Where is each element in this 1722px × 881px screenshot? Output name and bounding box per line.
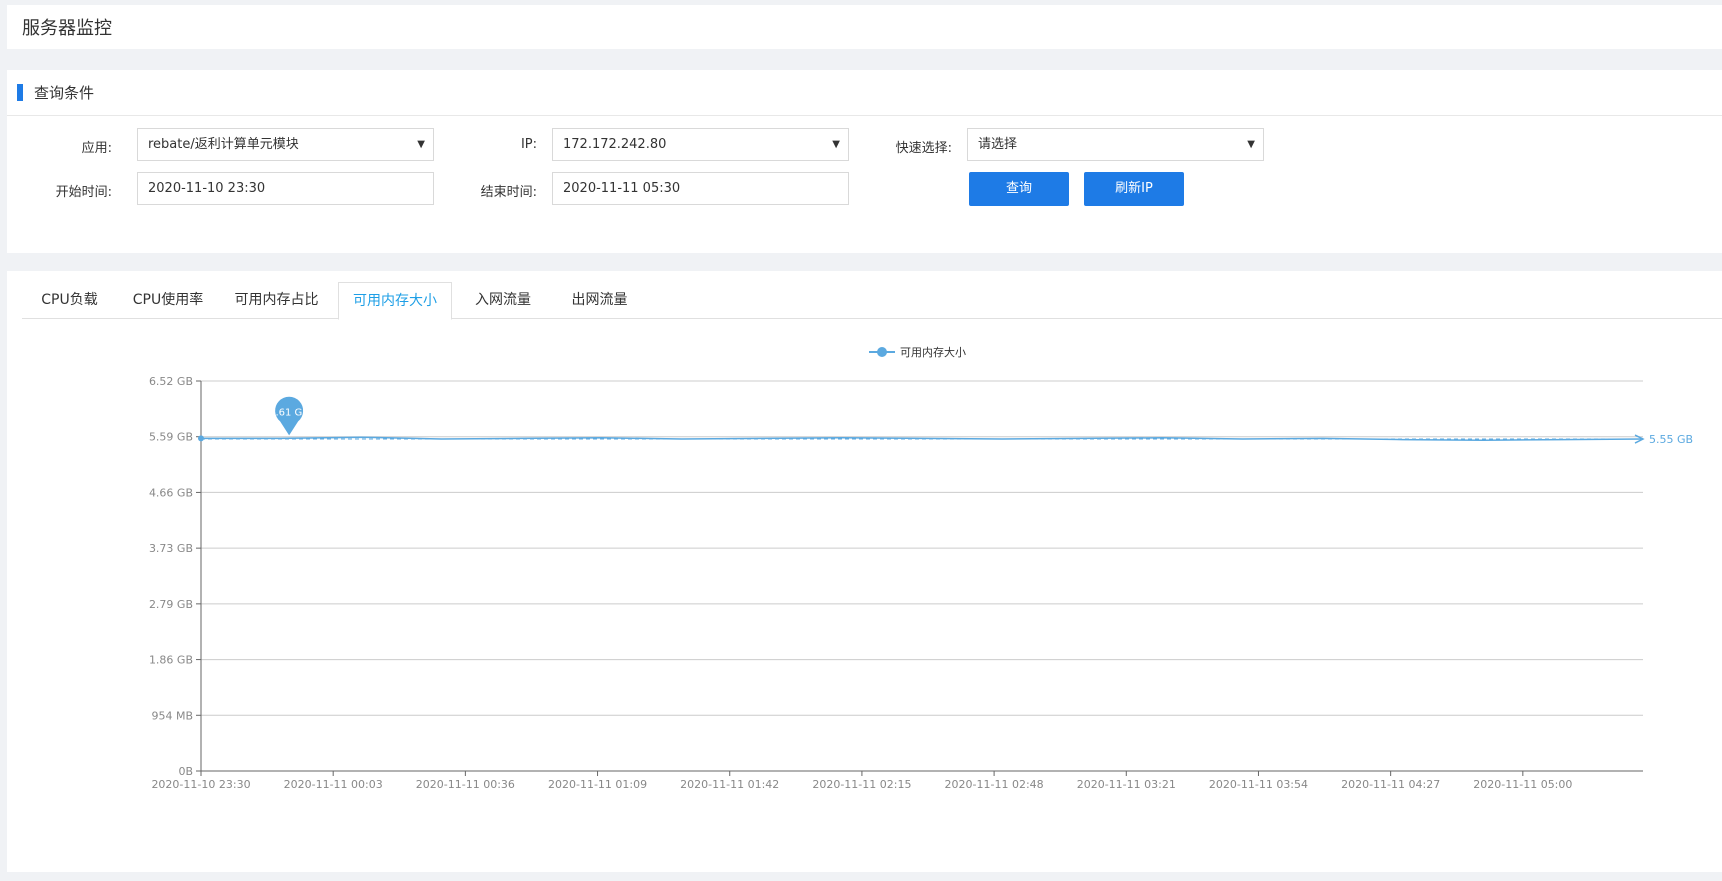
- y-tick-label: 0B: [178, 765, 193, 778]
- end-time-value: 2020-11-11 05:30: [563, 181, 681, 196]
- end-time-input[interactable]: 2020-11-11 05:30: [552, 172, 849, 205]
- x-tick-label: 2020-11-11 01:42: [680, 778, 779, 791]
- chevron-down-icon: ▼: [832, 139, 840, 150]
- tab-outbound-traffic[interactable]: 出网流量: [552, 282, 647, 319]
- chart-legend: 可用内存大小: [869, 345, 966, 359]
- y-tick-label: 2.79 GB: [149, 598, 193, 611]
- query-title: 查询条件: [34, 84, 95, 102]
- metric-tabs: CPU负载 CPU使用率 可用内存占比 可用内存大小 入网流量 出网流量: [22, 282, 1722, 320]
- x-tick-label: 2020-11-11 02:48: [945, 778, 1044, 791]
- quick-select-value: 请选择: [978, 137, 1018, 152]
- x-tick-label: 2020-11-11 04:27: [1341, 778, 1440, 791]
- y-tick-label: 954 MB: [151, 709, 193, 722]
- memory-chart: 可用内存大小 0B 954 MB 1.86 GB 2.79 GB 3.73 GB 4.66…: [149, 345, 1693, 791]
- ip-select-value: 172.172.242.80: [563, 137, 667, 152]
- x-tick-label: 2020-11-11 02:15: [812, 778, 911, 791]
- y-tick-label: 4.66 GB: [149, 486, 193, 499]
- x-tick-label: 2020-11-11 03:21: [1077, 778, 1176, 791]
- page-title: 服务器监控: [22, 18, 112, 39]
- quick-select-label: 快速选择:: [895, 141, 952, 156]
- x-tick-label: 2020-11-11 03:54: [1209, 778, 1308, 791]
- legend-marker-icon: [877, 347, 887, 357]
- x-tick-label: 2020-11-11 05:00: [1473, 778, 1572, 791]
- app-select-value: rebate/返利计算单元模块: [148, 137, 299, 152]
- y-axis: 0B 954 MB 1.86 GB 2.79 GB 3.73 GB 4.66 GB 5.59…: [149, 375, 202, 778]
- section-marker: [17, 84, 23, 101]
- average-label: 5.55 GB: [1649, 433, 1693, 446]
- app-select[interactable]: rebate/返利计算单元模块 ▼: [137, 128, 434, 161]
- tab-cpu-usage[interactable]: CPU使用率: [117, 282, 219, 319]
- end-time-label: 结束时间:: [480, 185, 537, 200]
- header-panel: 服务器监控: [7, 5, 1722, 49]
- tab-cpu-load[interactable]: CPU负载: [22, 282, 117, 319]
- x-tick-label: 2020-11-11 01:09: [548, 778, 647, 791]
- query-header: 查询条件: [7, 70, 1722, 116]
- chevron-down-icon: ▼: [417, 139, 425, 150]
- y-tick-label: 1.86 GB: [149, 654, 193, 667]
- start-time-input[interactable]: 2020-11-10 23:30: [137, 172, 434, 205]
- tab-memory-ratio[interactable]: 可用内存占比: [219, 282, 334, 319]
- series-start-point: [198, 435, 204, 442]
- ip-select[interactable]: 172.172.242.80 ▼: [552, 128, 849, 161]
- tab-inbound-traffic[interactable]: 入网流量: [454, 282, 552, 319]
- x-tick-label: 2020-11-11 00:03: [284, 778, 383, 791]
- quick-select[interactable]: 请选择 ▼: [967, 128, 1264, 161]
- start-time-label: 开始时间:: [55, 185, 112, 200]
- series-layer: 5.55 GB 5.61 GB: [198, 396, 1693, 446]
- query-panel: 查询条件 应用: rebate/返利计算单元模块 ▼ IP: 172.172.2…: [7, 70, 1722, 253]
- y-tick-label: 5.59 GB: [149, 431, 193, 444]
- chart-panel: CPU负载 CPU使用率 可用内存占比 可用内存大小 入网流量 出网流量 可用内…: [7, 271, 1722, 872]
- ip-label: IP:: [520, 137, 537, 152]
- x-tick-label: 2020-11-11 00:36: [416, 778, 515, 791]
- chevron-down-icon: ▼: [1247, 139, 1255, 150]
- x-axis: 2020-11-10 23:30 2020-11-11 00:03 2020-11-…: [151, 771, 1572, 791]
- refresh-ip-button[interactable]: 刷新IP: [1084, 172, 1184, 206]
- max-marker-label: 5.61 GB: [269, 407, 309, 418]
- start-time-value: 2020-11-10 23:30: [148, 181, 266, 196]
- legend-label: 可用内存大小: [900, 345, 966, 359]
- y-tick-label: 3.73 GB: [149, 542, 193, 555]
- tab-memory-size[interactable]: 可用内存大小: [338, 282, 452, 320]
- app-label: 应用:: [81, 141, 112, 156]
- search-button[interactable]: 查询: [969, 172, 1069, 206]
- x-tick-label: 2020-11-10 23:30: [151, 778, 250, 791]
- y-tick-label: 6.52 GB: [149, 375, 193, 388]
